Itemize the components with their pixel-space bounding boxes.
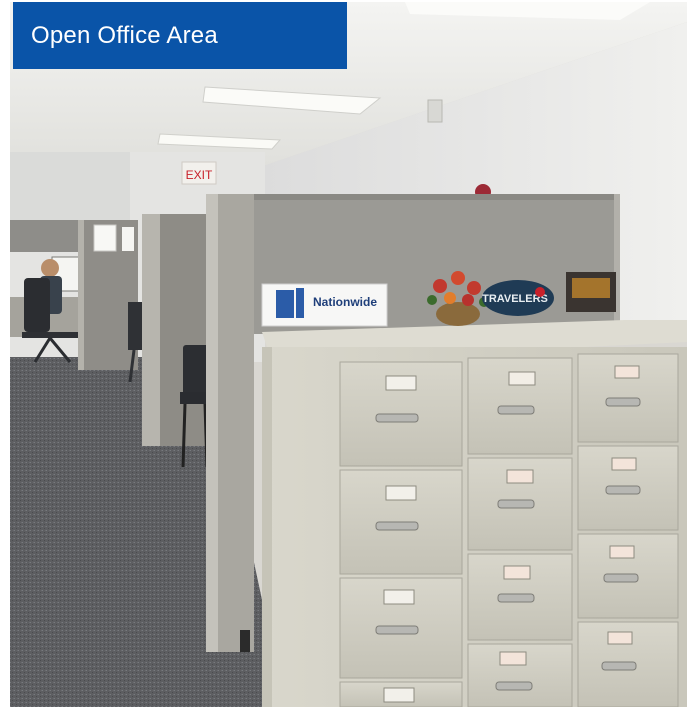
office-photo: EXIT Nationwide TRAVELERS Open Office Ar… <box>10 2 687 707</box>
office-scene: EXIT Nationwide TRAVELERS <box>10 2 687 707</box>
exit-sign-text: EXIT <box>186 168 213 182</box>
caption-banner: Open Office Area <box>13 2 347 69</box>
office-chair <box>24 278 50 332</box>
worker-head <box>41 259 59 277</box>
nationwide-sign-text: Nationwide <box>313 295 377 309</box>
guest-chair <box>183 345 209 395</box>
flower-basket <box>436 302 480 326</box>
wall-thermostat <box>427 99 443 123</box>
cabinet-column <box>577 353 679 707</box>
cabinet-column <box>467 357 573 707</box>
far-cubicle-wall <box>10 220 80 252</box>
pinned-paper <box>93 224 117 252</box>
cabinet-column <box>339 361 463 707</box>
caption-title: Open Office Area <box>31 21 218 49</box>
